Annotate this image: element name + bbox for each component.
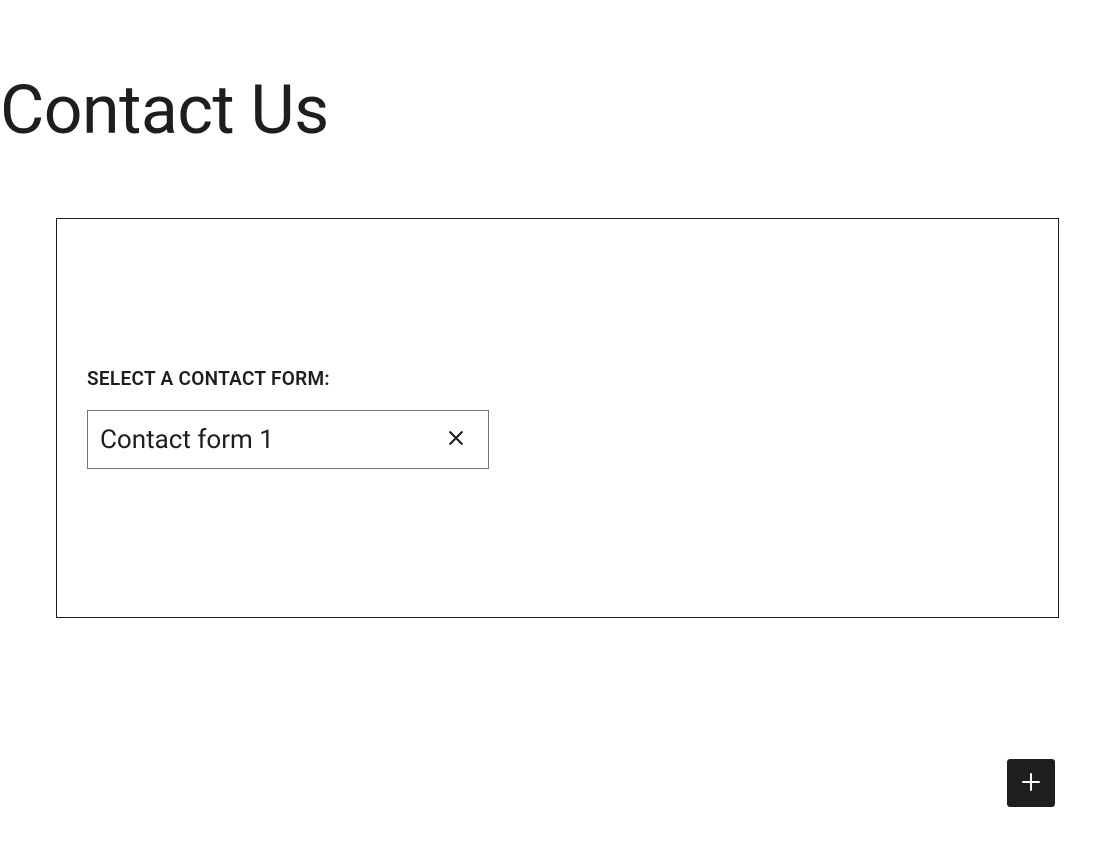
clear-selection-button[interactable] bbox=[442, 424, 470, 455]
contact-form-block[interactable]: Select a contact form: Contact form 1 bbox=[56, 218, 1059, 618]
combobox-selected-value: Contact form 1 bbox=[100, 425, 274, 455]
add-block-button[interactable] bbox=[1007, 759, 1055, 807]
close-icon bbox=[446, 428, 466, 451]
contact-form-combobox[interactable]: Contact form 1 bbox=[87, 410, 489, 469]
page-title[interactable]: Contact Us bbox=[0, 70, 1116, 150]
plus-icon bbox=[1019, 770, 1043, 797]
select-form-label: Select a contact form: bbox=[87, 367, 1028, 390]
